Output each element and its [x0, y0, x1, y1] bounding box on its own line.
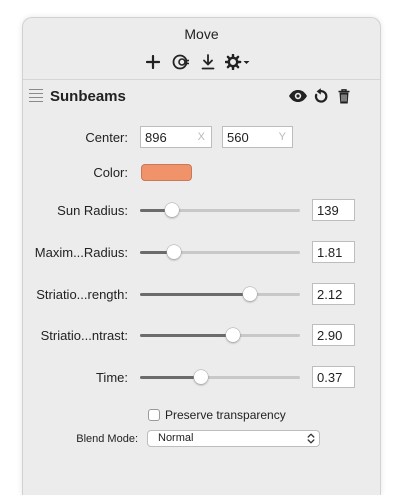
slider-knob[interactable]: [193, 370, 208, 384]
slider-knob[interactable]: [165, 203, 179, 217]
param-row: Time:: [23, 366, 380, 390]
param-label: Striatio...ntrast:: [40, 328, 128, 343]
blend-mode-value: Normal: [158, 432, 194, 444]
blend-mode-label: Blend Mode:: [76, 433, 138, 445]
param-value-input[interactable]: [313, 367, 354, 387]
filter-name: Sunbeams: [50, 88, 126, 105]
toolbar: [23, 51, 380, 73]
center-y-field[interactable]: Y: [222, 126, 293, 148]
center-x-suffix: X: [197, 131, 205, 143]
reset-icon[interactable]: [312, 86, 330, 106]
param-row: Striatio...rength:: [23, 283, 380, 307]
center-label: Center:: [85, 130, 128, 145]
preserve-transparency-label: Preserve transparency: [165, 408, 286, 422]
preserve-transparency-checkbox[interactable]: [148, 409, 160, 421]
preserve-transparency-row[interactable]: Preserve transparency: [148, 407, 286, 423]
color-label: Color:: [93, 165, 128, 180]
slider-knob[interactable]: [225, 328, 240, 342]
filter-panel: Move Sunbeams Center: 896 X 560 Y Color:…: [22, 17, 381, 495]
param-value-field[interactable]: [312, 241, 355, 263]
chevron-updown-icon: [307, 433, 315, 444]
param-slider[interactable]: [140, 243, 300, 263]
param-slider[interactable]: [140, 326, 300, 346]
center-x-field[interactable]: X: [140, 126, 212, 148]
param-value-input[interactable]: [313, 325, 354, 345]
param-slider[interactable]: [140, 285, 300, 305]
slider-knob[interactable]: [243, 287, 258, 301]
trash-icon[interactable]: [336, 86, 352, 106]
blend-mode-select[interactable]: Normal: [147, 430, 320, 447]
color-row: Color:: [23, 161, 380, 185]
param-value-field[interactable]: [312, 324, 355, 346]
slider-fill: [140, 334, 233, 337]
slider-fill: [140, 376, 201, 379]
param-value-input[interactable]: [313, 242, 354, 262]
param-value-input[interactable]: [313, 284, 354, 304]
param-row: Striatio...ntrast:: [23, 324, 380, 348]
filter-header: Sunbeams: [23, 80, 380, 114]
param-label: Sun Radius:: [57, 203, 128, 218]
color-swatch[interactable]: [141, 164, 192, 181]
param-label: Time:: [95, 370, 128, 385]
eye-icon[interactable]: [287, 86, 309, 106]
param-value-field[interactable]: [312, 283, 355, 305]
param-value-field[interactable]: [312, 199, 355, 221]
param-slider[interactable]: [140, 368, 300, 388]
plus-icon[interactable]: [143, 51, 163, 73]
download-icon[interactable]: [198, 51, 218, 73]
center-y-suffix: Y: [278, 131, 286, 143]
param-value-input[interactable]: [313, 200, 354, 220]
param-label: Maxim...Radius:: [34, 245, 128, 260]
param-label: Striatio...rength:: [36, 287, 128, 302]
slider-fill: [140, 293, 251, 296]
param-row: Sun Radius:: [23, 199, 380, 223]
param-value-field[interactable]: [312, 366, 355, 388]
slider-knob[interactable]: [166, 245, 181, 259]
drag-handle-icon[interactable]: [29, 89, 43, 103]
effects-icon[interactable]: [170, 51, 192, 73]
gear-dropdown-icon[interactable]: [224, 51, 254, 73]
param-slider[interactable]: [140, 201, 300, 221]
window-title: Move: [184, 26, 219, 42]
param-row: Maxim...Radius:: [23, 241, 380, 265]
center-row: Center: X Y: [23, 126, 380, 150]
